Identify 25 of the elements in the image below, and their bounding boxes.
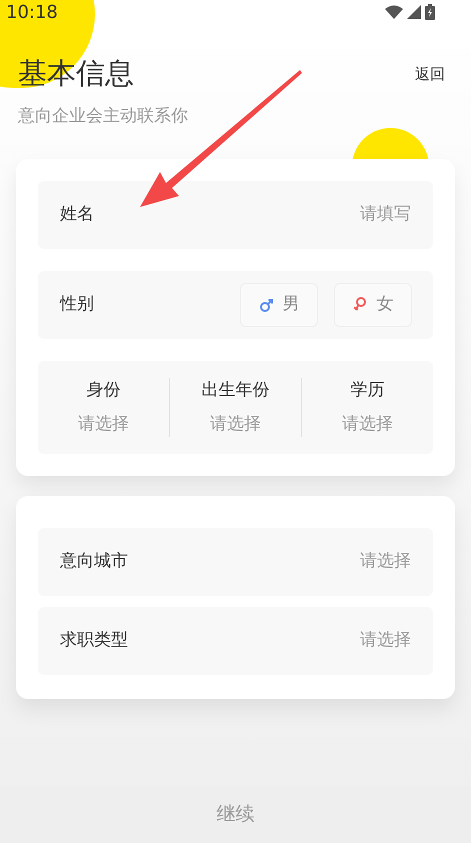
picker-select[interactable]: 请选择 bbox=[342, 412, 393, 437]
battery-icon bbox=[425, 4, 435, 20]
field-label: 性别 bbox=[60, 293, 94, 316]
back-button[interactable]: 返回 bbox=[415, 62, 445, 85]
picker-label: 身份 bbox=[86, 379, 120, 402]
select-value: 请选择 bbox=[360, 550, 411, 574]
picker-select[interactable]: 请选择 bbox=[78, 412, 129, 437]
select-row[interactable]: 求职类型 请选择 bbox=[38, 607, 433, 675]
gender-option[interactable]: 男 bbox=[240, 283, 318, 327]
select-row[interactable]: 意向城市 请选择 bbox=[38, 528, 433, 596]
field-label: 意向城市 bbox=[60, 550, 128, 574]
field-label: 姓名 bbox=[60, 203, 94, 226]
picker-label: 出生年份 bbox=[202, 379, 270, 402]
select-value: 请选择 bbox=[360, 629, 411, 652]
gender-option[interactable]: 女 bbox=[334, 283, 412, 327]
name-field[interactable]: 姓名 请填写 bbox=[38, 181, 433, 249]
name-input[interactable]: 请填写 bbox=[261, 202, 411, 228]
signal-icon bbox=[407, 5, 421, 19]
page-subtitle: 意向企业会主动联系你 bbox=[17, 104, 189, 128]
picker-select[interactable]: 请选择 bbox=[210, 412, 261, 437]
male-symbol-icon bbox=[258, 297, 272, 313]
picker-label: 学历 bbox=[350, 379, 384, 402]
wifi-icon bbox=[385, 5, 403, 19]
status-time: 10:18 bbox=[6, 0, 58, 24]
field-label: 求职类型 bbox=[60, 629, 128, 652]
